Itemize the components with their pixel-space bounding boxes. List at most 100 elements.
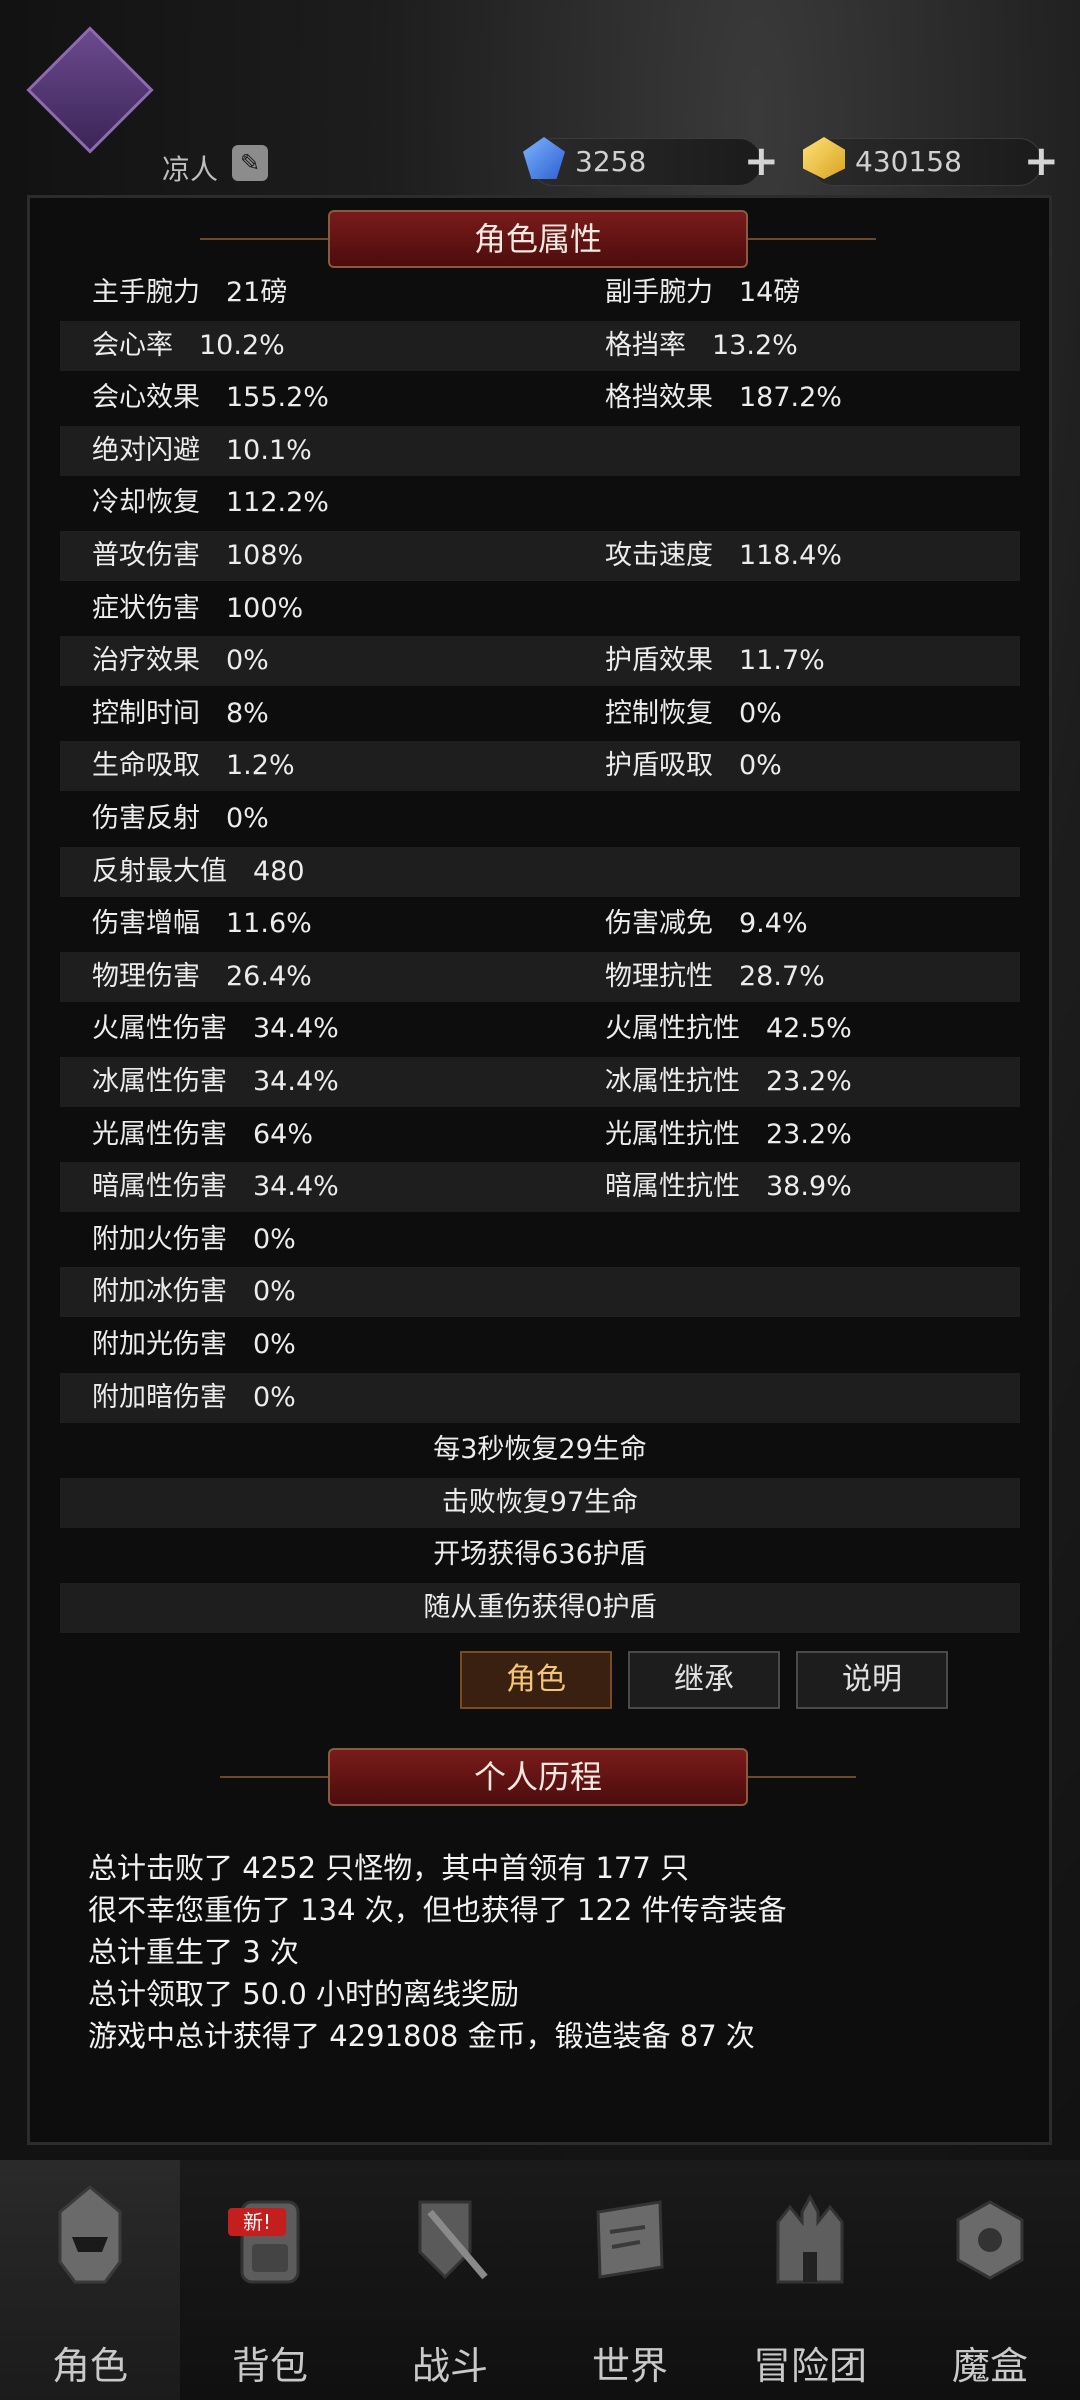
attribute-value: 26.4% bbox=[226, 960, 312, 992]
attribute-value: 34.4% bbox=[253, 1171, 339, 1203]
attribute-label: 攻击速度 bbox=[605, 540, 713, 571]
attribute-label: 伤害增幅 bbox=[92, 908, 200, 940]
castle-icon bbox=[776, 2193, 844, 2284]
attribute-label: 格挡效果 bbox=[605, 382, 713, 414]
attribute-label: 冷却恢复 bbox=[92, 487, 200, 519]
nav-adventure-team[interactable]: 冒险团 bbox=[720, 2160, 900, 2400]
attribute-value: 1.2% bbox=[226, 750, 295, 782]
attribute-label: 暗属性伤害 bbox=[92, 1171, 227, 1203]
attribute-cell: 症状伤害 100% bbox=[92, 584, 303, 634]
attribute-value: 21磅 bbox=[226, 277, 288, 308]
attribute-value: 23.2% bbox=[766, 1066, 852, 1097]
attribute-value: 28.7% bbox=[739, 960, 825, 992]
attribute-cell: 会心效果 155.2% bbox=[92, 373, 329, 423]
attribute-row: 控制时间 8% 控制恢复 0% bbox=[60, 689, 1020, 739]
attribute-label: 光属性抗性 bbox=[605, 1118, 740, 1150]
attribute-label: 会心效果 bbox=[92, 382, 200, 414]
attribute-cell: 光属性抗性 23.2% bbox=[605, 1110, 852, 1160]
attribute-label: 生命吸取 bbox=[92, 750, 200, 782]
attribute-cell: 伤害减免 9.4% bbox=[605, 899, 808, 949]
recovery-row: 每3秒恢复29生命 bbox=[433, 1434, 647, 1466]
tab-explain[interactable]: 说明 bbox=[796, 1651, 948, 1709]
attribute-cell: 会心率 10.2% bbox=[92, 321, 285, 371]
recovery-row: 随从重伤获得0护盾 bbox=[60, 1583, 1020, 1633]
divider bbox=[748, 238, 876, 240]
attribute-cell: 普攻伤害 108% bbox=[92, 531, 303, 581]
attribute-row: 会心率 10.2% 格挡率 13.2% bbox=[60, 320, 1020, 371]
attribute-label: 普攻伤害 bbox=[92, 540, 200, 571]
sword-shield-icon bbox=[418, 2200, 488, 2280]
attribute-label: 冰属性抗性 bbox=[605, 1066, 740, 1097]
nav-role[interactable]: 角色 bbox=[0, 2160, 180, 2400]
nav-world[interactable]: 世界 bbox=[540, 2160, 720, 2400]
attribute-value: 0% bbox=[253, 1276, 296, 1308]
divider bbox=[200, 238, 328, 240]
attribute-label: 冰属性伤害 bbox=[92, 1066, 227, 1097]
attribute-cell: 绝对闪避 10.1% bbox=[92, 426, 312, 476]
attribute-value: 100% bbox=[226, 592, 304, 624]
attribute-label: 附加冰伤害 bbox=[92, 1276, 227, 1308]
divider bbox=[220, 1776, 328, 1778]
attribute-value: 0% bbox=[253, 1329, 296, 1360]
attribute-label: 伤害减免 bbox=[605, 908, 713, 940]
attribute-value: 108% bbox=[226, 540, 304, 571]
attribute-label: 光属性伤害 bbox=[92, 1118, 227, 1150]
attribute-row: 绝对闪避 10.1% bbox=[60, 425, 1020, 476]
attribute-label: 绝对闪避 bbox=[92, 434, 200, 466]
attribute-cell: 附加冰伤害 0% bbox=[92, 1267, 296, 1317]
attribute-cell: 暗属性伤害 34.4% bbox=[92, 1162, 339, 1212]
attribute-label: 火属性伤害 bbox=[92, 1013, 227, 1045]
attribute-label: 格挡率 bbox=[605, 329, 686, 361]
tab-inherit[interactable]: 继承 bbox=[628, 1651, 780, 1709]
attribute-label: 会心率 bbox=[92, 329, 173, 361]
edit-name-icon[interactable]: ✎ bbox=[232, 145, 268, 181]
attribute-value: 8% bbox=[226, 697, 269, 729]
attribute-value: 9.4% bbox=[739, 908, 808, 940]
nav-bag[interactable]: 新! 背包 bbox=[180, 2160, 360, 2400]
attribute-row: 伤害反射 0% bbox=[60, 794, 1020, 844]
attribute-cell: 伤害反射 0% bbox=[92, 794, 269, 844]
add-gold-button[interactable]: + bbox=[1024, 139, 1059, 183]
player-name: 凉人 bbox=[162, 153, 219, 186]
attribute-label: 物理抗性 bbox=[605, 960, 713, 992]
gem-currency: 3258 + bbox=[523, 137, 779, 186]
attribute-cell: 生命吸取 1.2% bbox=[92, 741, 295, 791]
attribute-cell: 主手腕力 21磅 bbox=[92, 268, 287, 318]
attribute-value: 118.4% bbox=[739, 540, 842, 571]
attribute-label: 火属性抗性 bbox=[605, 1013, 740, 1045]
attribute-row: 附加暗伤害 0% bbox=[60, 1372, 1020, 1423]
tab-role[interactable]: 角色 bbox=[460, 1651, 612, 1709]
gem-count: 3258 bbox=[575, 145, 647, 178]
add-gems-button[interactable]: + bbox=[744, 139, 779, 183]
attribute-row: 生命吸取 1.2% 护盾吸取 0% bbox=[60, 741, 1020, 792]
attribute-value: 0% bbox=[739, 697, 782, 729]
attribute-row: 普攻伤害 108% 攻击速度 118.4% bbox=[60, 531, 1020, 581]
attribute-label: 附加光伤害 bbox=[92, 1329, 227, 1360]
nav-battle[interactable]: 战斗 bbox=[360, 2160, 540, 2400]
history-line: 总计击败了 4252 只怪物，其中首领有 177 只 bbox=[88, 1851, 690, 1885]
attribute-cell: 暗属性抗性 38.9% bbox=[605, 1162, 852, 1212]
attribute-label: 护盾效果 bbox=[605, 645, 713, 677]
attribute-value: 0% bbox=[253, 1223, 296, 1255]
attribute-cell: 附加火伤害 0% bbox=[92, 1215, 296, 1265]
attribute-row: 伤害增幅 11.6% 伤害减免 9.4% bbox=[60, 899, 1020, 949]
attribute-value: 480 bbox=[253, 855, 305, 887]
attribute-value: 10.2% bbox=[199, 329, 285, 361]
attribute-cell: 附加暗伤害 0% bbox=[92, 1373, 296, 1423]
attribute-cell: 反射最大值 480 bbox=[92, 847, 305, 897]
attribute-value: 155.2% bbox=[226, 382, 329, 414]
attribute-row: 冷却恢复 112.2% bbox=[60, 478, 1020, 528]
attribute-cell: 副手腕力 14磅 bbox=[605, 268, 800, 318]
nav-magic-box[interactable]: 魔盒 bbox=[900, 2160, 1080, 2400]
attribute-value: 187.2% bbox=[739, 382, 842, 414]
attribute-label: 物理伤害 bbox=[92, 960, 200, 992]
map-scroll-icon bbox=[596, 2200, 664, 2279]
attribute-value: 14磅 bbox=[739, 277, 801, 308]
attribute-cell: 物理抗性 28.7% bbox=[605, 952, 825, 1002]
attribute-cell: 格挡率 13.2% bbox=[605, 321, 798, 371]
attribute-label: 主手腕力 bbox=[92, 277, 200, 308]
magic-box-icon bbox=[956, 2200, 1024, 2280]
attribute-label: 副手腕力 bbox=[605, 277, 713, 308]
attribute-label: 暗属性抗性 bbox=[605, 1171, 740, 1203]
divider bbox=[748, 1776, 856, 1778]
